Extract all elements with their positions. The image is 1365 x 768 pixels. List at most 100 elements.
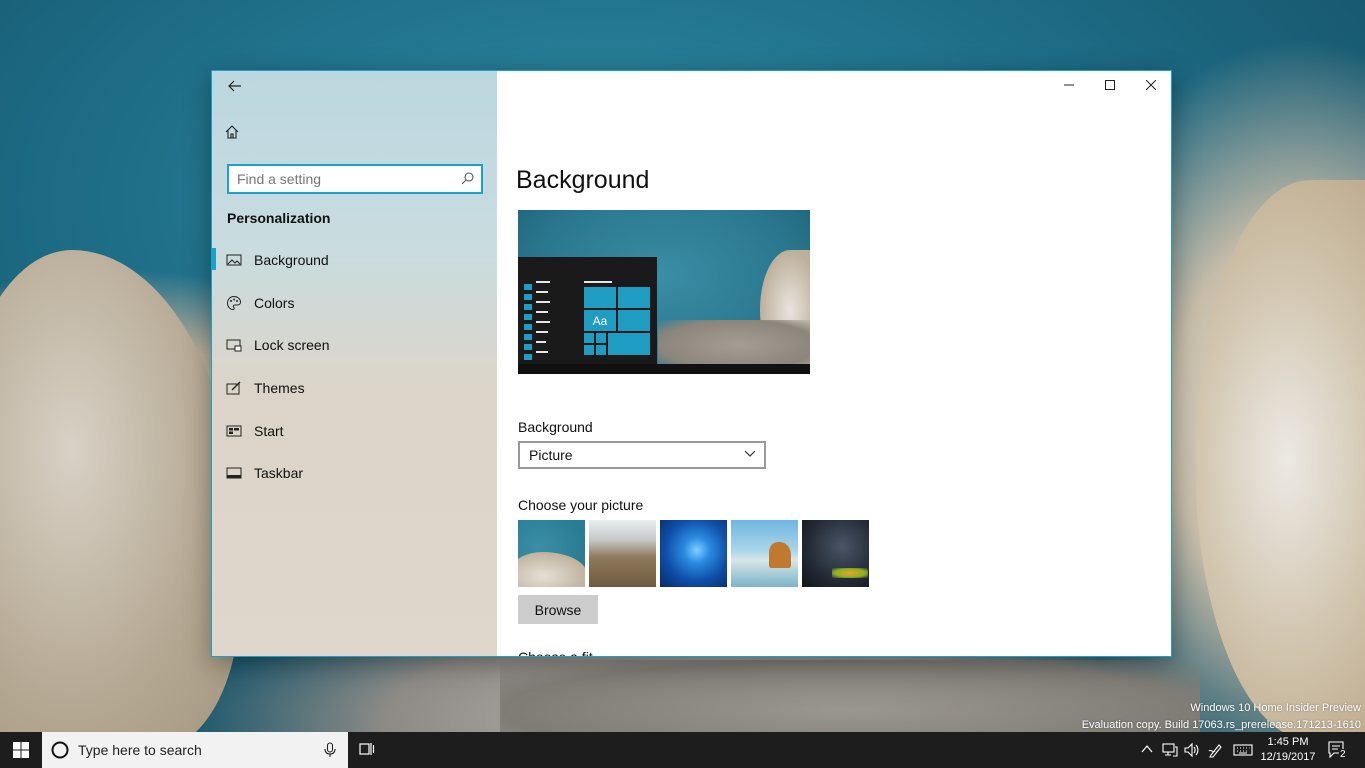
preview-tile [596,333,606,343]
home-button[interactable] [224,124,246,146]
preview-tile-text: Aa [592,313,608,328]
sidebar-item-colors[interactable]: Colors [212,281,497,324]
volume-icon[interactable] [1183,742,1199,758]
preview-tile [618,310,650,331]
preview-wallpaper-rock [658,320,810,370]
task-view-icon [359,743,375,755]
dropdown-selected-value: Picture [529,447,573,463]
preview-list-line [536,311,548,313]
sidebar-item-label: Themes [254,380,305,397]
sidebar-item-label: Lock screen [254,337,330,354]
sidebar-item-lock-screen[interactable]: Lock screen [212,323,497,366]
taskbar: Type here to search 1:45 PM 12/19/2017 2 [0,732,1365,768]
settings-search-input[interactable] [229,166,457,192]
preview-list-square [524,284,532,290]
start-icon [226,425,242,437]
preview-taskbar [518,364,810,374]
watermark-edition: Windows 10 Home Insider Preview [1190,702,1361,714]
minimize-button[interactable] [1048,71,1089,99]
sidebar-item-label: Start [254,422,284,439]
preview-list-square [524,294,532,300]
taskbar-clock[interactable]: 1:45 PM 12/19/2017 [1256,735,1320,765]
clock-date: 12/19/2017 [1260,751,1316,763]
back-button[interactable] [224,77,246,99]
task-view-button[interactable] [358,740,380,760]
preview-list-line [536,301,550,303]
settings-sidebar: Personalization Background Colors Lock s… [212,71,497,656]
maximize-icon [1104,80,1115,90]
picture-thumbnail-4[interactable] [731,520,798,587]
close-button[interactable] [1130,71,1171,99]
preview-tile-aa: Aa [584,310,616,331]
preview-tile [596,345,606,355]
wallpaper-rock [0,250,240,732]
picture-thumbnail-2[interactable] [589,520,656,587]
preview-list-square [524,354,532,360]
page-title: Background [516,166,650,194]
preview-list-line [536,321,550,323]
preview-tile [618,287,650,308]
palette-icon [226,295,242,310]
preview-list-square [524,324,532,330]
preview-list-line [536,331,548,333]
sidebar-nav: Background Colors Lock screen Themes Sta… [212,238,497,494]
preview-tile [584,345,594,355]
clock-time: 1:45 PM [1267,736,1309,748]
pen-ink-icon[interactable] [1208,742,1224,758]
lock-screen-icon [226,339,242,352]
picture-icon [226,254,242,266]
minimize-icon [1063,84,1074,86]
watermark-build: Evaluation copy. Build 17063.rs_prerelea… [1081,719,1361,731]
action-center-button[interactable]: 2 [1327,740,1349,765]
windows-logo-icon [13,742,29,758]
maximize-button[interactable] [1089,71,1130,99]
sidebar-item-label: Taskbar [254,465,304,482]
taskbar-search-box[interactable]: Type here to search [42,732,348,768]
preview-list-line [536,291,548,293]
sidebar-item-label: Colors [254,294,295,311]
taskbar-icon [226,467,242,479]
wallpaper-rock [1195,180,1365,732]
back-arrow-icon [228,80,241,92]
preview-list-line [536,351,548,353]
search-icon[interactable] [461,171,475,185]
preview-list-square [524,304,532,310]
settings-search-box[interactable] [227,164,483,194]
start-button[interactable] [0,732,42,768]
picture-thumbnail-3[interactable] [660,520,727,587]
browse-button[interactable]: Browse [518,595,598,624]
cortana-icon [51,741,69,759]
sidebar-item-start[interactable]: Start [212,409,497,452]
settings-content: Background Aa Background Picture Choose … [497,71,1171,656]
preview-list-line [584,281,612,283]
themes-icon [226,381,241,395]
settings-window: Personalization Background Colors Lock s… [211,70,1172,657]
sidebar-item-themes[interactable]: Themes [212,366,497,409]
home-icon [225,125,239,139]
preview-list-square [524,344,532,350]
preview-tile [584,333,594,343]
sidebar-item-taskbar[interactable]: Taskbar [212,451,497,494]
close-icon [1145,80,1156,90]
notification-count-badge: 2 [1339,749,1347,760]
background-type-label: Background [518,419,593,435]
sidebar-item-background[interactable]: Background [212,238,497,281]
preview-tile [584,287,616,308]
preview-start-menu: Aa [518,257,657,364]
touch-keyboard-icon[interactable] [1233,742,1253,758]
preview-list-line [536,281,550,283]
preview-list-square [524,334,532,340]
preview-tiles: Aa [584,287,650,361]
picture-thumbnail-1[interactable] [518,520,585,587]
background-type-dropdown[interactable]: Picture [518,441,766,469]
microphone-icon[interactable] [324,742,336,758]
background-preview: Aa [518,210,810,374]
sidebar-item-label: Background [254,252,329,268]
preview-list-line [536,341,546,343]
show-hidden-icons-chevron-icon[interactable] [1141,742,1153,756]
network-icon[interactable] [1162,742,1178,758]
picture-thumbnail-5[interactable] [802,520,869,587]
choose-fit-label: Choose a fit [518,649,593,657]
preview-tile [608,333,650,355]
windows-watermark: Windows 10 Home Insider Preview Evaluati… [1082,700,1361,732]
